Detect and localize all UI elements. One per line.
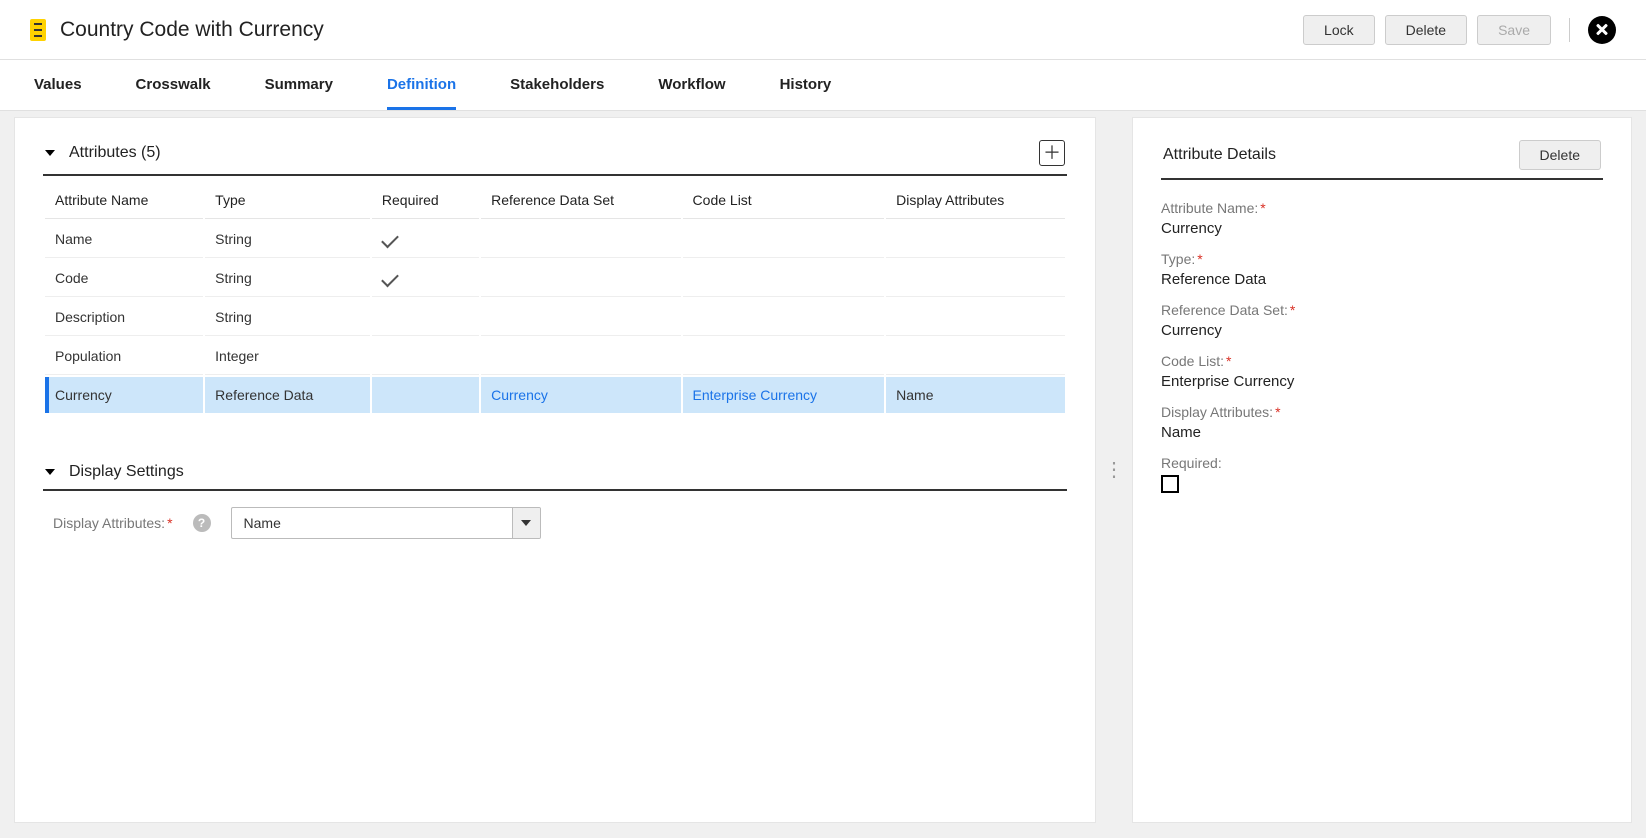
attr-type-label: Type:* xyxy=(1161,251,1603,267)
col-refset: Reference Data Set xyxy=(481,182,680,219)
cell-display: Name xyxy=(886,377,1065,413)
attribute-details-panel: Attribute Details Delete Attribute Name:… xyxy=(1132,117,1632,823)
attributes-section-title: Attributes (5) xyxy=(69,144,1025,162)
col-display: Display Attributes xyxy=(886,182,1065,219)
check-icon xyxy=(382,231,398,247)
cell-name: Code xyxy=(45,260,203,297)
cell-type: String xyxy=(205,260,370,297)
panel-splitter[interactable]: ⋮ xyxy=(1096,117,1132,823)
display-attributes-label: Display Attributes:* xyxy=(53,515,173,531)
tab-summary[interactable]: Summary xyxy=(265,60,333,110)
attr-name-label: Attribute Name:* xyxy=(1161,200,1603,216)
attributes-table: Attribute Name Type Required Reference D… xyxy=(43,180,1067,415)
tab-definition[interactable]: Definition xyxy=(387,60,456,110)
cell-type: Reference Data xyxy=(205,377,370,413)
page-header: Country Code with Currency Lock Delete S… xyxy=(0,0,1646,60)
chevron-down-icon[interactable] xyxy=(512,508,540,538)
cell-name: Name xyxy=(45,221,203,258)
col-attribute-name: Attribute Name xyxy=(45,182,203,219)
drag-handle-icon: ⋮ xyxy=(1104,467,1124,473)
tab-workflow[interactable]: Workflow xyxy=(658,60,725,110)
check-icon xyxy=(382,270,398,286)
attr-required-label: Required: xyxy=(1161,455,1603,471)
display-settings-title: Display Settings xyxy=(69,463,1065,481)
cell-type: Integer xyxy=(205,338,370,375)
save-button[interactable]: Save xyxy=(1477,15,1551,45)
attr-codelist-label: Code List:* xyxy=(1161,353,1603,369)
attr-display-label: Display Attributes:* xyxy=(1161,404,1603,420)
cell-type: String xyxy=(205,299,370,336)
codelist-link[interactable]: Enterprise Currency xyxy=(693,387,818,403)
select-value: Name xyxy=(232,508,512,538)
col-codelist: Code List xyxy=(683,182,885,219)
close-icon[interactable] xyxy=(1588,16,1616,44)
cell-type: String xyxy=(205,221,370,258)
cell-required xyxy=(372,260,479,297)
chevron-down-icon[interactable] xyxy=(45,469,55,475)
tab-values[interactable]: Values xyxy=(34,60,82,110)
refset-link[interactable]: Currency xyxy=(491,387,548,403)
details-panel-title: Attribute Details xyxy=(1163,146,1519,164)
lock-button[interactable]: Lock xyxy=(1303,15,1375,45)
tab-history[interactable]: History xyxy=(780,60,832,110)
table-row[interactable]: Name String xyxy=(45,221,1065,258)
chevron-down-icon[interactable] xyxy=(45,150,55,156)
attr-refset-link[interactable]: Currency xyxy=(1161,322,1603,339)
tab-crosswalk[interactable]: Crosswalk xyxy=(136,60,211,110)
cell-name: Population xyxy=(45,338,203,375)
entity-icon xyxy=(30,19,46,41)
table-row[interactable]: Currency Reference Data Currency Enterpr… xyxy=(45,377,1065,413)
page-title: Country Code with Currency xyxy=(60,18,324,42)
cell-name: Currency xyxy=(45,377,203,413)
attr-refset-label: Reference Data Set:* xyxy=(1161,302,1603,318)
attr-type-value: Reference Data xyxy=(1161,271,1603,288)
attr-name-value: Currency xyxy=(1161,220,1603,237)
cell-name: Description xyxy=(45,299,203,336)
delete-button[interactable]: Delete xyxy=(1385,15,1467,45)
display-attributes-select[interactable]: Name xyxy=(231,507,541,539)
definition-panel: Attributes (5) ＋ Attribute Name Type Req… xyxy=(14,117,1096,823)
help-icon[interactable]: ? xyxy=(193,514,211,532)
attr-codelist-link[interactable]: Enterprise Currency xyxy=(1161,373,1603,390)
col-type: Type xyxy=(205,182,370,219)
col-required: Required xyxy=(372,182,479,219)
cell-required xyxy=(372,221,479,258)
required-checkbox[interactable] xyxy=(1161,475,1179,493)
table-row[interactable]: Description String xyxy=(45,299,1065,336)
divider xyxy=(1569,18,1570,42)
attributes-section-header: Attributes (5) ＋ xyxy=(43,132,1067,176)
display-settings-section-header: Display Settings xyxy=(43,455,1067,491)
delete-attribute-button[interactable]: Delete xyxy=(1519,140,1601,170)
tab-bar: Values Crosswalk Summary Definition Stak… xyxy=(0,60,1646,111)
tab-stakeholders[interactable]: Stakeholders xyxy=(510,60,604,110)
table-row[interactable]: Population Integer xyxy=(45,338,1065,375)
table-row[interactable]: Code String xyxy=(45,260,1065,297)
add-attribute-button[interactable]: ＋ xyxy=(1039,140,1065,166)
attr-display-value: Name xyxy=(1161,424,1603,441)
